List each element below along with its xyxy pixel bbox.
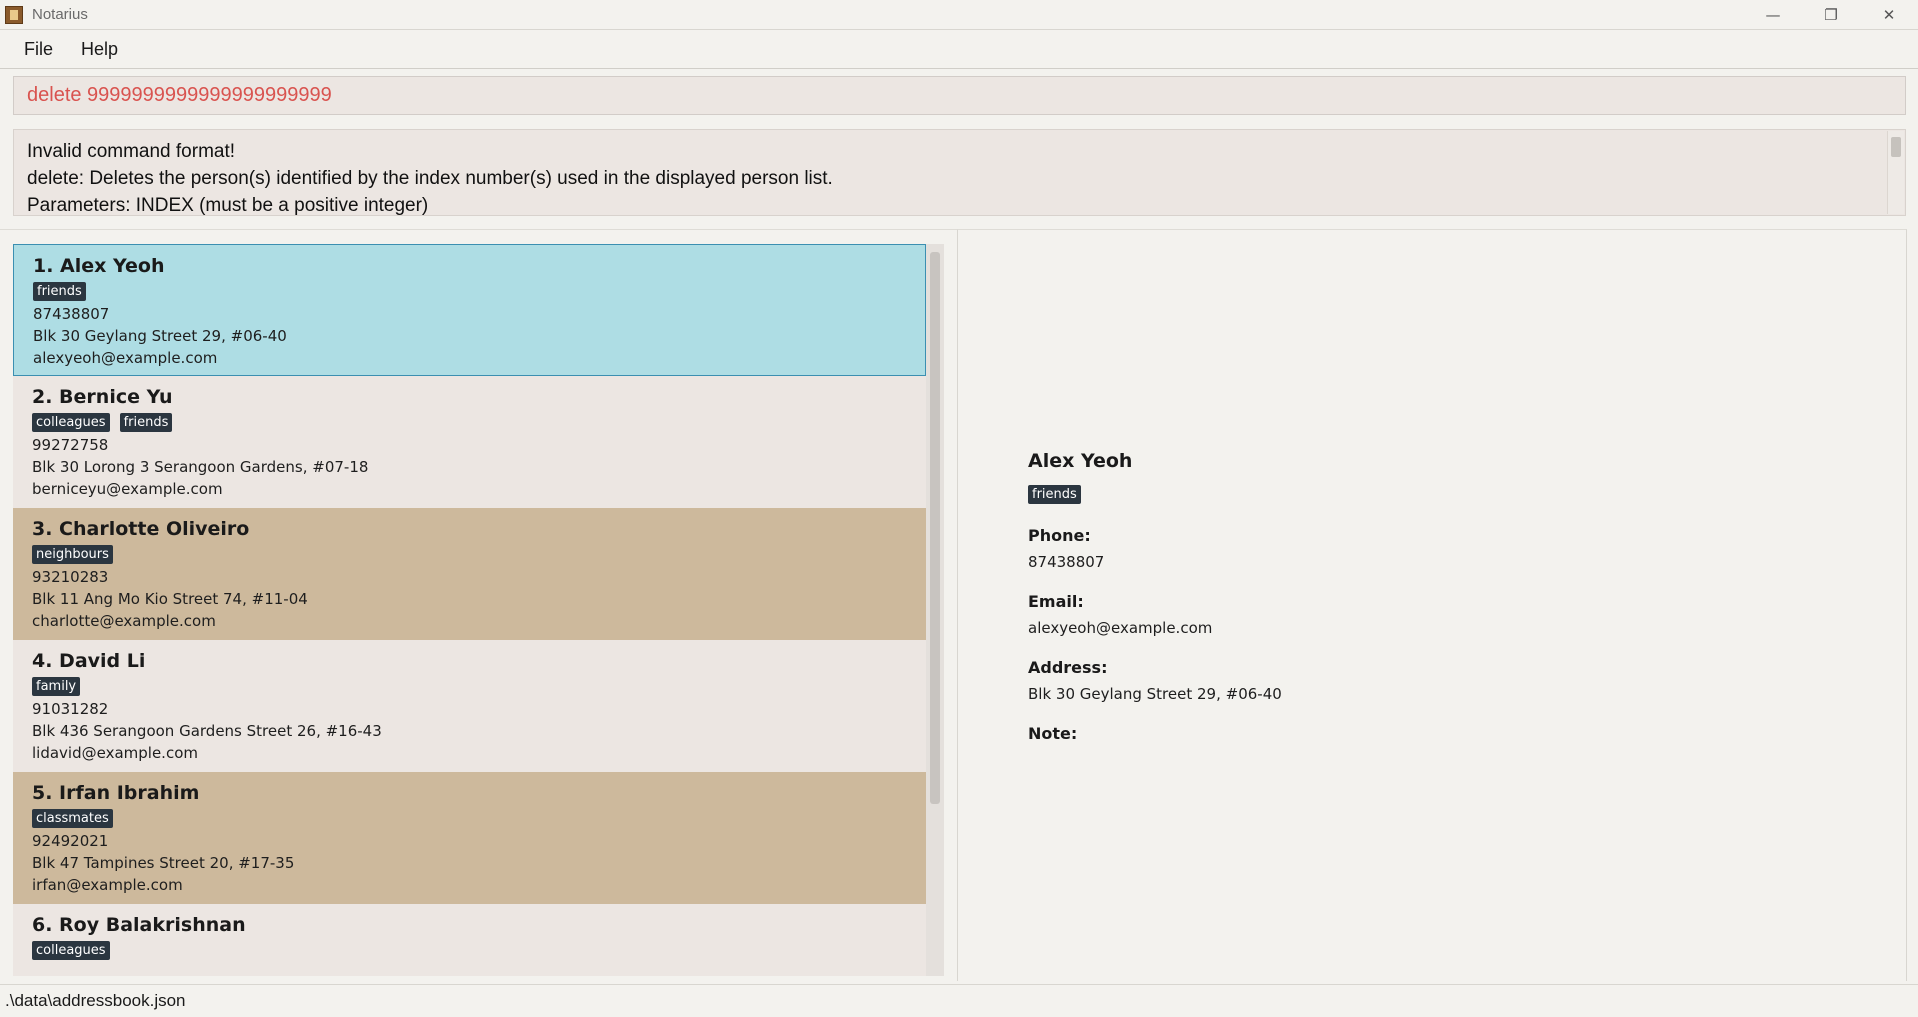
list-scrollbar[interactable]: [926, 244, 944, 976]
person-email: lidavid@example.com: [32, 744, 198, 762]
tag-list: colleagues: [32, 941, 907, 962]
tag-list: friends: [33, 282, 906, 303]
detail-email-label: Email:: [1028, 592, 1084, 611]
detail-phone: 87438807: [1028, 553, 1105, 571]
tag: neighbours: [32, 545, 113, 564]
person-phone: 99272758: [32, 436, 109, 454]
tag: colleagues: [32, 941, 110, 960]
person-list-panel: 1. Alex Yeoh friends 87438807 Blk 30 Gey…: [0, 229, 958, 981]
person-list: 1. Alex Yeoh friends 87438807 Blk 30 Gey…: [13, 244, 944, 976]
tag: colleagues: [32, 413, 110, 432]
tag-list: colleagues friends: [32, 413, 907, 434]
tag-list: classmates: [32, 809, 907, 830]
person-phone: 93210283: [32, 568, 109, 586]
person-name: 4. David Li: [32, 650, 146, 672]
person-email: irfan@example.com: [32, 876, 183, 894]
person-card[interactable]: 6. Roy Balakrishnan colleagues: [13, 904, 926, 976]
person-name: 1. Alex Yeoh: [33, 255, 165, 277]
app-icon: [5, 5, 23, 24]
window-controls: — ❐ ✕: [1744, 0, 1918, 29]
person-email: charlotte@example.com: [32, 612, 216, 630]
tag: family: [32, 677, 81, 696]
detail-address: Blk 30 Geylang Street 29, #06-40: [1028, 685, 1282, 703]
person-detail: Alex Yeoh friends Phone: 87438807 Email:…: [1028, 449, 1282, 745]
result-scrollbar-thumb[interactable]: [1891, 137, 1901, 157]
person-email: berniceyu@example.com: [32, 480, 223, 498]
person-address: Blk 47 Tampines Street 20, #17-35: [32, 854, 295, 872]
person-address: Blk 436 Serangoon Gardens Street 26, #16…: [32, 722, 382, 740]
menu-help[interactable]: Help: [68, 39, 131, 60]
detail-name: Alex Yeoh: [1028, 450, 1133, 472]
person-detail-panel: Alex Yeoh friends Phone: 87438807 Email:…: [958, 229, 1907, 981]
command-text: delete 9999999999999999999999: [27, 84, 332, 106]
tag-list: family: [32, 677, 907, 698]
list-scrollbar-thumb[interactable]: [930, 252, 940, 804]
person-name: 2. Bernice Yu: [32, 386, 173, 408]
title-bar: Notarius — ❐ ✕: [0, 0, 1918, 30]
person-phone: 91031282: [32, 700, 109, 718]
status-bar: .\data\addressbook.json: [0, 984, 1918, 1017]
menu-bar: File Help: [0, 30, 1918, 69]
result-display: Invalid command format! delete: Deletes …: [13, 129, 1906, 216]
person-name: 3. Charlotte Oliveiro: [32, 518, 250, 540]
person-card[interactable]: 1. Alex Yeoh friends 87438807 Blk 30 Gey…: [13, 244, 926, 376]
result-line: Invalid command format!: [27, 141, 236, 162]
person-address: Blk 30 Geylang Street 29, #06-40: [33, 327, 287, 345]
window-title: Notarius: [32, 6, 88, 23]
minimize-button[interactable]: —: [1744, 0, 1802, 29]
close-button[interactable]: ✕: [1860, 0, 1918, 29]
person-name: 6. Roy Balakrishnan: [32, 914, 246, 936]
person-card[interactable]: 5. Irfan Ibrahim classmates 92492021 Blk…: [13, 772, 926, 904]
detail-address-label: Address:: [1028, 658, 1108, 677]
detail-tag-list: friends: [1028, 485, 1282, 507]
detail-phone-label: Phone:: [1028, 526, 1091, 545]
result-line: delete: Deletes the person(s) identified…: [27, 168, 833, 189]
person-phone: 87438807: [33, 305, 110, 323]
person-card[interactable]: 2. Bernice Yu colleagues friends 9927275…: [13, 376, 926, 508]
person-card[interactable]: 4. David Li family 91031282 Blk 436 Sera…: [13, 640, 926, 772]
menu-file[interactable]: File: [11, 39, 66, 60]
tag-list: neighbours: [32, 545, 907, 566]
tag: friends: [119, 413, 173, 432]
tag: friends: [33, 282, 86, 301]
person-address: Blk 30 Lorong 3 Serangoon Gardens, #07-1…: [32, 458, 369, 476]
command-input[interactable]: delete 9999999999999999999999: [13, 76, 1906, 115]
tag: friends: [1028, 485, 1081, 504]
detail-email: alexyeoh@example.com: [1028, 619, 1213, 637]
person-email: alexyeoh@example.com: [33, 349, 218, 367]
person-address: Blk 11 Ang Mo Kio Street 74, #11-04: [32, 590, 308, 608]
maximize-button[interactable]: ❐: [1802, 0, 1860, 29]
person-name: 5. Irfan Ibrahim: [32, 782, 200, 804]
result-line: Parameters: INDEX (must be a positive in…: [27, 195, 429, 216]
save-file-path: .\data\addressbook.json: [5, 991, 186, 1010]
person-phone: 92492021: [32, 832, 109, 850]
result-scrollbar[interactable]: [1887, 131, 1904, 214]
detail-note-label: Note:: [1028, 724, 1078, 743]
person-card[interactable]: 3. Charlotte Oliveiro neighbours 9321028…: [13, 508, 926, 640]
tag: classmates: [32, 809, 113, 828]
